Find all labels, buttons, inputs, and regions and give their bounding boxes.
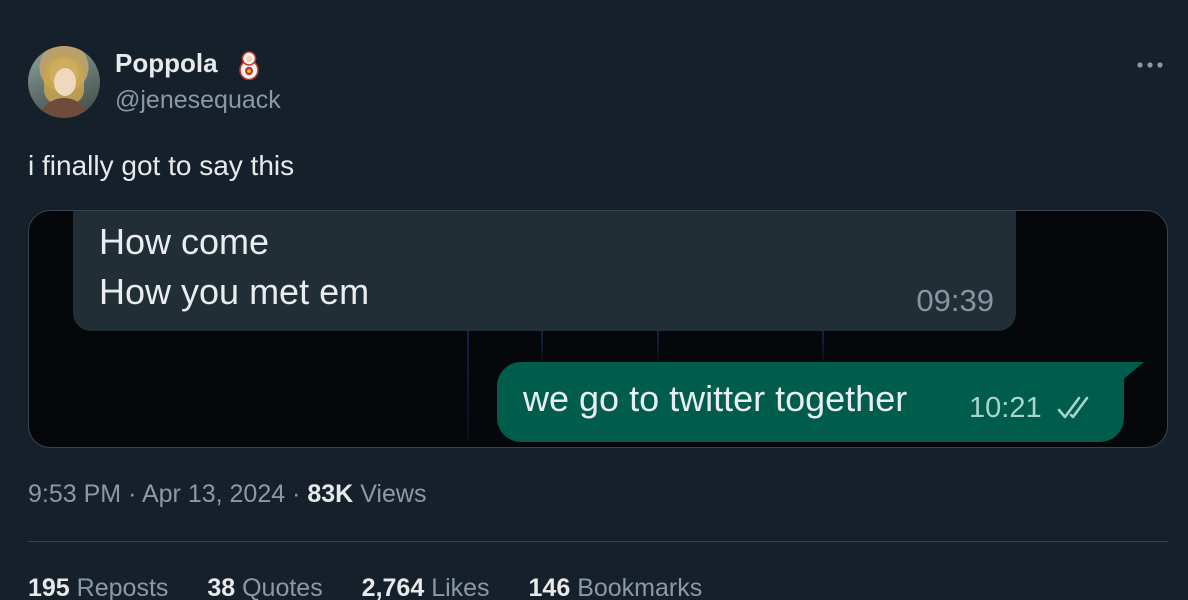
bookmarks-stat[interactable]: 146 Bookmarks [529, 574, 703, 600]
likes-count: 2,764 [361, 574, 425, 600]
background-streak [467, 329, 469, 439]
background-streak [657, 331, 659, 361]
tweet-meta: 9:53 PM · Apr 13, 2024 · 83K Views [28, 480, 426, 509]
reposts-count: 195 [28, 574, 70, 600]
incoming-message-bubble: How come How you met em 09:39 [73, 211, 1016, 331]
tweet-media-image[interactable]: How come How you met em 09:39 we go to t… [28, 210, 1168, 448]
tweet-date[interactable]: Apr 13, 2024 [142, 480, 285, 508]
double-check-icon [1057, 396, 1089, 419]
outgoing-message-bubble: we go to twitter together 10:21 [497, 362, 1144, 442]
incoming-message-line: How come [99, 221, 270, 262]
views-label: Views [360, 480, 427, 508]
engagement-stats: 195 Reposts 38 Quotes 2,764 Likes 146 Bo… [28, 574, 734, 600]
display-name[interactable]: Poppola [115, 48, 218, 79]
likes-stat[interactable]: 2,764 Likes [362, 574, 490, 600]
avatar-body [38, 98, 90, 118]
meta-separator: · [128, 480, 137, 508]
avatar[interactable] [28, 46, 100, 118]
views-count: 83K [307, 480, 354, 508]
tweet-text: i finally got to say this [28, 150, 295, 181]
bookmarks-label: Bookmarks [577, 574, 703, 600]
outgoing-message-time: 10:21 [969, 392, 1042, 424]
quotes-label: Quotes [242, 574, 323, 600]
divider [28, 541, 1168, 542]
avatar-face [54, 68, 76, 96]
background-streak [822, 331, 824, 361]
bubble-tail [1120, 362, 1144, 382]
reposts-stat[interactable]: 195 Reposts [28, 574, 168, 600]
incoming-message-time: 09:39 [916, 283, 994, 318]
incoming-message-line: How you met em [99, 271, 370, 312]
tweet-page: Poppola @jenesequack i finally got to sa… [0, 0, 1188, 600]
background-streak [541, 331, 543, 361]
outgoing-message-text: we go to twitter together [523, 378, 908, 419]
meta-separator: · [292, 480, 301, 508]
more-horizontal-icon[interactable] [1134, 56, 1166, 74]
reposts-label: Reposts [76, 574, 169, 600]
quotes-stat[interactable]: 38 Quotes [207, 574, 322, 600]
tweet-timestamp[interactable]: 9:53 PM [28, 480, 121, 508]
bookmarks-count: 146 [528, 574, 571, 600]
user-handle[interactable]: @jenesequack [115, 86, 281, 115]
likes-label: Likes [431, 574, 490, 600]
quotes-count: 38 [207, 574, 236, 600]
nesting-doll-icon [239, 51, 259, 80]
